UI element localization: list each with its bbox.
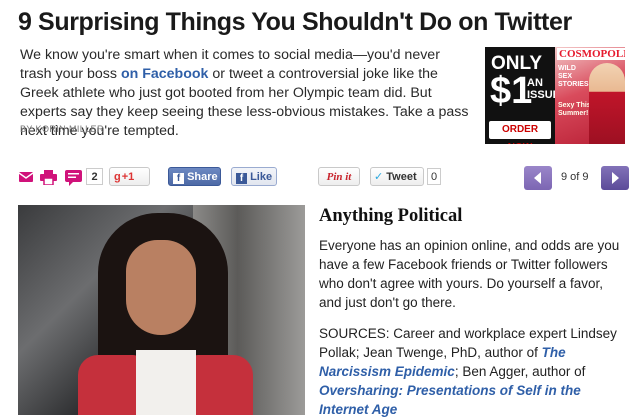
comment-count: 2 (86, 168, 103, 185)
tweet-count: 0 (427, 168, 441, 185)
previous-slide-button[interactable] (524, 166, 552, 190)
facebook-like-button[interactable]: f Like (231, 167, 277, 186)
photo-cardigan-left (78, 355, 143, 415)
google-plus-button[interactable]: g+1 (109, 167, 150, 186)
facebook-like-label: Like (250, 171, 273, 183)
cover-line-1: WILD SEX STORIES (558, 65, 589, 88)
slide-photo (18, 205, 305, 415)
sources-mid: ; Ben Agger, author of (454, 364, 586, 379)
share-toolbar: 2 g+1 f Share f Like Pin it ✓ Tweet 0 9 … (18, 166, 629, 192)
photo-face (126, 240, 196, 335)
chevron-right-icon (612, 172, 619, 184)
tweet-label: Tweet (386, 171, 417, 183)
twitter-bird-icon: ✓ (374, 171, 384, 183)
ad-offer-panel: ONLY $1 AN ISSUE ORDER NOW (485, 47, 560, 144)
slide-counter: 9 of 9 (561, 171, 589, 183)
google-plus-label: +1 (121, 171, 135, 183)
slide-sources: SOURCES: Career and workplace expert Lin… (319, 324, 629, 419)
magazine-subscription-ad[interactable]: ONLY $1 AN ISSUE ORDER NOW COSMOPOLITAN … (485, 47, 625, 144)
article-title: 9 Surprising Things You Shouldn't Do on … (18, 8, 572, 36)
ad-order-now-button[interactable]: ORDER NOW (489, 121, 551, 144)
slide-title: Anything Political (319, 206, 463, 226)
cover-masthead: COSMOPOLITAN (557, 48, 625, 60)
facebook-icon: f (173, 173, 184, 184)
tweet-button[interactable]: ✓ Tweet (370, 167, 424, 186)
facebook-share-label: Share (187, 171, 218, 183)
pinterest-pin-it-button[interactable]: Pin it (318, 167, 360, 186)
google-plus-icon: g (114, 171, 121, 183)
chevron-left-icon (534, 172, 541, 184)
facebook-share-button[interactable]: f Share (168, 167, 221, 186)
facebook-link[interactable]: on Facebook (121, 66, 209, 82)
book-link-oversharing[interactable]: Oversharing: Presentations of Self in th… (319, 383, 581, 417)
comment-icon[interactable] (65, 170, 82, 191)
magazine-cover-image: COSMOPOLITAN WILD SEX STORIES Sexy This … (555, 47, 625, 144)
ad-price: $1 (490, 70, 533, 112)
print-icon[interactable] (40, 170, 57, 190)
slide-body: Everyone has an opinion online, and odds… (319, 238, 620, 310)
cover-model (589, 63, 625, 144)
photo-cardigan-right (188, 355, 253, 415)
facebook-like-icon: f (236, 173, 247, 184)
photo-shirt (136, 350, 196, 415)
byline[interactable]: BY KORIN MILLER (20, 124, 104, 134)
email-icon[interactable] (18, 170, 34, 189)
next-slide-button[interactable] (601, 166, 629, 190)
cover-line-2: Sexy This Summer! (558, 102, 591, 117)
sources-prefix: SOURCES: Career and workplace expert Lin… (319, 326, 617, 360)
